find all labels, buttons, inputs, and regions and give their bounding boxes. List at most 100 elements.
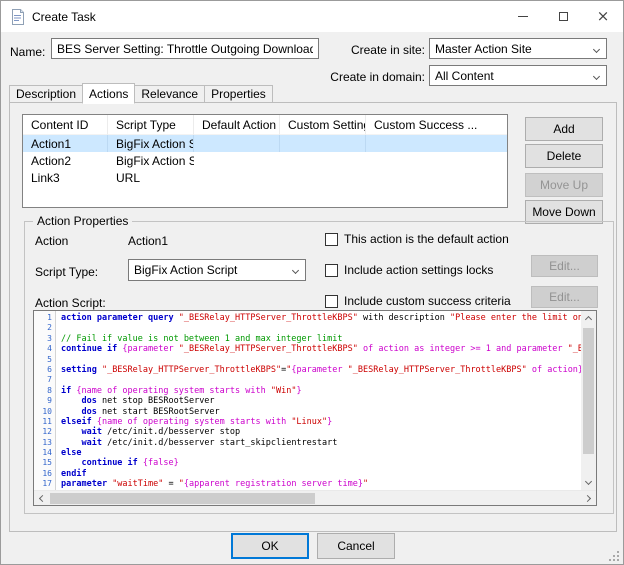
line-number: 1: [34, 313, 55, 323]
tab-label: Description: [16, 87, 76, 101]
checkbox-icon: [325, 295, 338, 308]
create-in-domain-value: All Content: [435, 69, 494, 83]
script-line: dos net stop BESRootServer: [61, 396, 581, 406]
name-input[interactable]: [51, 38, 319, 59]
checkbox-label: This action is the default action: [344, 232, 509, 246]
table-cell: [280, 169, 366, 186]
line-number: 14: [34, 448, 55, 458]
close-icon: ×: [597, 9, 610, 24]
column-header[interactable]: Content ID: [23, 115, 108, 135]
script-line: setting "_BESRelay_HTTPServer_ThrottleKB…: [61, 365, 581, 375]
chevron-down-icon: [292, 267, 299, 274]
line-number: 15: [34, 458, 55, 468]
tab-relevance[interactable]: Relevance: [134, 85, 205, 103]
edit-settings-locks-button[interactable]: Edit...: [531, 255, 598, 277]
script-line: wait /etc/init.d/besserver stop: [61, 427, 581, 437]
table-cell: Link3: [23, 169, 108, 186]
title-bar[interactable]: Create Task ×: [1, 1, 623, 32]
chevron-down-icon: [593, 73, 600, 80]
action-script-editor[interactable]: 1234567891011121314151617 action paramet…: [33, 310, 597, 506]
create-in-domain-select[interactable]: All Content: [429, 65, 607, 86]
maximize-button[interactable]: [543, 1, 583, 32]
script-line: [61, 355, 581, 365]
script-line: elseif {name of operating system starts …: [61, 417, 581, 427]
table-cell: [280, 135, 366, 152]
script-line: [61, 375, 581, 385]
document-icon: [11, 9, 24, 25]
tab-label: Relevance: [141, 87, 198, 101]
tab-actions[interactable]: Actions: [82, 83, 135, 104]
script-line: action parameter query "_BESRelay_HTTPSe…: [61, 313, 581, 323]
chevron-right-icon: [584, 495, 591, 502]
tab-properties[interactable]: Properties: [204, 85, 273, 103]
close-button[interactable]: ×: [583, 1, 623, 32]
create-in-site-label: Create in site:: [325, 43, 425, 57]
settings-locks-checkbox[interactable]: Include action settings locks: [325, 263, 493, 277]
column-header[interactable]: Script Type: [108, 115, 194, 135]
action-value: Action1: [128, 234, 168, 248]
script-line: [61, 323, 581, 333]
list-header: Content IDScript TypeDefault ActionCusto…: [23, 115, 507, 135]
table-row[interactable]: Link3URL: [23, 169, 507, 186]
window-controls: ×: [503, 1, 623, 32]
scroll-down-button[interactable]: [581, 475, 596, 490]
tab-description[interactable]: Description: [9, 85, 83, 103]
script-line: parameter "waitTime" = "{apparent regist…: [61, 479, 581, 489]
minimize-icon: [518, 16, 528, 17]
chevron-down-icon: [593, 46, 600, 53]
horizontal-scroll-thumb[interactable]: [50, 493, 315, 504]
vertical-scroll-thumb[interactable]: [583, 328, 594, 454]
table-cell: [366, 135, 507, 152]
script-type-value: BigFix Action Script: [134, 263, 237, 277]
scroll-up-button[interactable]: [581, 311, 596, 326]
table-cell: BigFix Action Scr...: [108, 152, 194, 169]
script-code[interactable]: action parameter query "_BESRelay_HTTPSe…: [57, 311, 581, 490]
tab-strip: Description Actions Relevance Properties: [9, 84, 272, 103]
line-number: 3: [34, 334, 55, 344]
cancel-button[interactable]: Cancel: [317, 533, 395, 559]
create-in-site-select[interactable]: Master Action Site: [429, 38, 607, 59]
checkbox-icon: [325, 264, 338, 277]
table-cell: Action2: [23, 152, 108, 169]
script-line: continue if {parameter "_BESRelay_HTTPSe…: [61, 344, 581, 354]
script-type-select[interactable]: BigFix Action Script: [128, 259, 306, 281]
ok-button[interactable]: OK: [231, 533, 309, 559]
edit-success-criteria-button[interactable]: Edit...: [531, 286, 598, 308]
table-row[interactable]: Action1BigFix Action Scr...: [23, 135, 507, 152]
column-header[interactable]: Custom Success ...: [366, 115, 507, 135]
add-button[interactable]: Add: [525, 117, 603, 141]
line-number: 8: [34, 386, 55, 396]
table-row[interactable]: Action2BigFix Action Scr...: [23, 152, 507, 169]
create-in-domain-label: Create in domain:: [309, 70, 425, 84]
resize-grip[interactable]: [609, 551, 621, 563]
scroll-right-button[interactable]: [581, 491, 596, 506]
name-label: Name:: [10, 45, 45, 59]
table-cell: [194, 152, 280, 169]
line-number: 9: [34, 396, 55, 406]
column-header[interactable]: Custom Settings: [280, 115, 366, 135]
script-line: endif: [61, 469, 581, 479]
column-header[interactable]: Default Action: [194, 115, 280, 135]
minimize-button[interactable]: [503, 1, 543, 32]
horizontal-scrollbar[interactable]: [34, 490, 596, 505]
table-cell: [280, 152, 366, 169]
scroll-left-button[interactable]: [34, 491, 49, 506]
action-label: Action: [35, 234, 68, 248]
line-number-gutter: 1234567891011121314151617: [34, 311, 56, 490]
delete-button[interactable]: Delete: [525, 144, 603, 168]
success-criteria-checkbox[interactable]: Include custom success criteria: [325, 294, 511, 308]
action-script-label: Action Script:: [35, 296, 106, 310]
table-cell: Action1: [23, 135, 108, 152]
line-number: 5: [34, 355, 55, 365]
move-up-button[interactable]: Move Up: [525, 173, 603, 197]
checkbox-icon: [325, 233, 338, 246]
line-number: 4: [34, 344, 55, 354]
window-title: Create Task: [32, 10, 96, 24]
default-action-checkbox[interactable]: This action is the default action: [325, 232, 509, 246]
vertical-scrollbar[interactable]: [581, 311, 596, 490]
actions-list[interactable]: Content IDScript TypeDefault ActionCusto…: [22, 114, 508, 208]
script-line: if {name of operating system starts with…: [61, 386, 581, 396]
table-cell: BigFix Action Scr...: [108, 135, 194, 152]
table-cell: [366, 152, 507, 169]
line-number: 11: [34, 417, 55, 427]
